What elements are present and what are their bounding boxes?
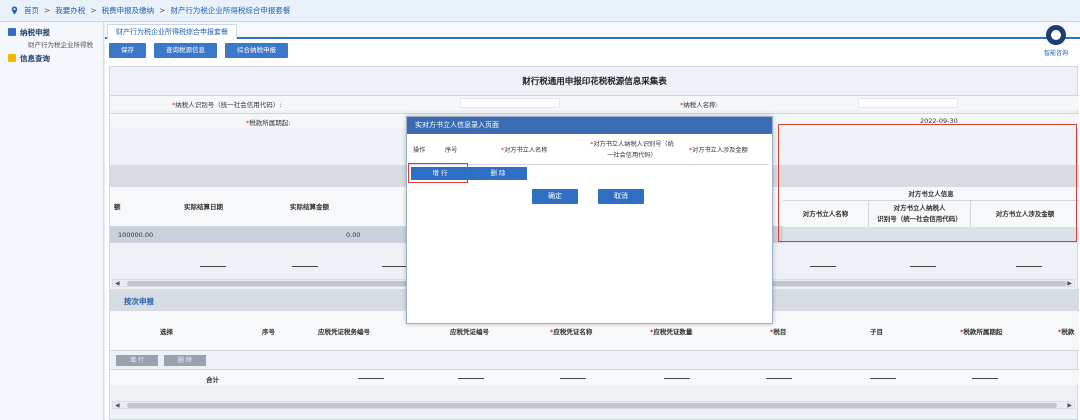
table2-add-row-button[interactable]: 增 行 — [116, 355, 158, 366]
save-button[interactable]: 保存 — [109, 43, 146, 58]
modal-col-op: 操作 — [413, 147, 426, 154]
dash-mark — [870, 378, 896, 379]
scroll-right-icon[interactable]: ▶ — [1067, 402, 1072, 409]
counterparty-modal: 实对方书立人信息录入页面 操作 序号 *对方书立人名称 *对方书立人纳税人识别号… — [406, 116, 773, 324]
taxpayer-name-field[interactable] — [858, 98, 958, 108]
breadcrumb-tax-handling[interactable]: 我要办税 — [55, 5, 85, 16]
sidebar-group-label: 信息查询 — [20, 53, 50, 63]
tab-bar: 财产行为税企业所得税综合申报套餐 — [105, 22, 1080, 39]
row-settle-amount: 0.00 — [346, 231, 361, 239]
breadcrumb-current: 财产行为税企业所得税综合申报套餐 — [170, 6, 291, 15]
combined-declaration-button[interactable]: 综合纳税申报 — [225, 43, 288, 58]
scroll-left-icon[interactable]: ◀ — [115, 402, 120, 409]
sidebar-group-label: 纳税申报 — [20, 27, 50, 37]
headset-icon — [1046, 25, 1066, 45]
col-header-seq: 序号 — [262, 328, 275, 336]
col-header-sub-item: 子目 — [870, 328, 883, 336]
tab-combined-declaration[interactable]: 财产行为税企业所得税综合申报套餐 — [107, 24, 237, 39]
col-header-voucher-no: 应税凭证编号 — [450, 328, 489, 336]
col-header-partial: 额 — [114, 203, 121, 211]
table2-scrollbar[interactable]: ◀ ▶ — [112, 401, 1075, 409]
sidebar: 纳税申报 财产行为税企业所得税 信息查询 — [0, 22, 104, 420]
dash-mark — [1016, 266, 1042, 267]
breadcrumb-separator: > — [159, 6, 166, 15]
table2-actions: 增 行 删 除 — [116, 355, 206, 366]
dash-mark — [292, 266, 318, 267]
scroll-thumb[interactable] — [127, 403, 1057, 408]
breadcrumb-declaration[interactable]: 税费申报及缴纳 — [102, 5, 155, 16]
breadcrumb-separator: > — [90, 6, 97, 15]
dash-mark — [560, 378, 586, 379]
row-amount: 100000.00 — [118, 231, 154, 239]
dash-mark — [972, 378, 998, 379]
modal-title: 实对方书立人信息录入页面 — [407, 117, 772, 134]
table2-delete-button[interactable]: 删 除 — [163, 355, 206, 366]
taxpayer-name-label: *纳税人名称: — [680, 101, 718, 109]
taxpayer-id-field[interactable] — [460, 98, 560, 108]
dash-mark — [458, 378, 484, 379]
modal-col-name: *对方书立人名称 — [501, 147, 548, 154]
col-header-period-start: *税款所属期起 — [960, 328, 1003, 336]
modal-col-amount: *对方书立人涉及金额 — [689, 147, 748, 154]
sidebar-item-property-tax[interactable]: 财产行为税企业所得税 — [0, 39, 103, 51]
location-pin-icon — [11, 6, 18, 15]
highlight-counterparty-columns — [778, 124, 1077, 242]
col-header-tax: *税款 — [1058, 328, 1075, 336]
period-label: *税款所属期起: — [246, 119, 291, 127]
sheet-title: 财行税通用申报印花税税源信息采集表 — [522, 77, 667, 87]
modal-cancel-button[interactable]: 取消 — [598, 189, 644, 204]
top-bar: 首页 > 我要办税 > 税费申报及缴纳 > 财产行为税企业所得税综合申报套餐 — [0, 0, 1080, 22]
dash-mark — [664, 378, 690, 379]
query-source-button[interactable]: 查询税源信息 — [154, 43, 217, 58]
col-header-tax-item: *税目 — [770, 328, 787, 336]
dash-mark — [910, 266, 936, 267]
declaration-icon — [8, 28, 16, 36]
modal-table-header: 操作 序号 *对方书立人名称 *对方书立人纳税人识别号（统 一社会信用代码） *… — [409, 137, 769, 165]
col-header-settle-amount: 实际结算金额 — [290, 203, 329, 211]
dash-mark — [382, 266, 408, 267]
taxpayer-id-label: *纳税人识别号（统一社会信用代码）: — [172, 101, 282, 109]
col-header-voucher-tax-no: 应税凭证税务编号 — [318, 328, 370, 336]
toolbar: 保存 查询税源信息 综合纳税申报 — [109, 43, 288, 58]
highlight-add-row — [408, 163, 468, 183]
breadcrumb-home[interactable]: 首页 — [24, 5, 39, 16]
smart-consult-button[interactable]: 智能咨询 — [1036, 25, 1076, 61]
scroll-left-icon[interactable]: ◀ — [115, 280, 120, 287]
total-label: 合计 — [206, 376, 219, 384]
col-header-voucher-qty: *应税凭证数量 — [650, 328, 693, 336]
sidebar-group-info-query[interactable]: 信息查询 — [0, 51, 103, 65]
form-row-taxpayer: *纳税人识别号（统一社会信用代码）: *纳税人名称: — [110, 95, 1079, 110]
folder-icon — [8, 54, 16, 62]
total-row: 合计 — [110, 369, 1079, 385]
breadcrumb-separator: > — [44, 6, 51, 15]
dash-mark — [810, 266, 836, 267]
dash-mark — [200, 266, 226, 267]
breadcrumb: 首页 > 我要办税 > 税费申报及缴纳 > 财产行为税企业所得税综合申报套餐 — [10, 5, 290, 16]
modal-col-seq: 序号 — [445, 147, 458, 154]
dash-mark — [358, 378, 384, 379]
section-title: 按次申报 — [124, 297, 154, 306]
dash-mark — [766, 378, 792, 379]
col-header-select: 选择 — [160, 328, 173, 336]
col-header-settle-date: 实际结算日期 — [184, 203, 223, 211]
col-header-voucher-name: *应税凭证名称 — [550, 328, 593, 336]
modal-footer: 确定 取消 — [532, 189, 644, 204]
scroll-right-icon[interactable]: ▶ — [1067, 280, 1072, 287]
modal-delete-button[interactable]: 删 除 — [469, 167, 527, 180]
modal-confirm-button[interactable]: 确定 — [532, 189, 578, 204]
smart-consult-label: 智能咨询 — [1043, 50, 1068, 57]
sidebar-group-declaration[interactable]: 纳税申报 — [0, 25, 103, 39]
modal-col-id: *对方书立人纳税人识别号（统 一社会信用代码） — [590, 141, 674, 159]
